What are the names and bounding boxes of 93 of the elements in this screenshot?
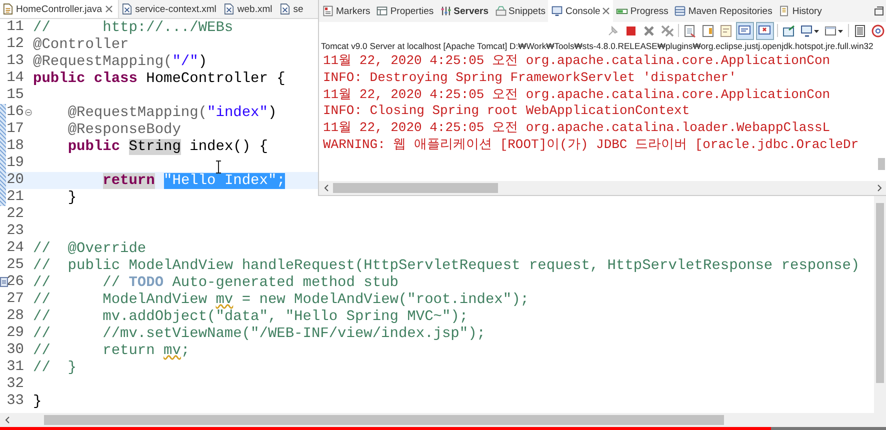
server-icon (440, 5, 452, 17)
line-number: 17 (6, 122, 24, 137)
document-icon[interactable] (853, 24, 867, 38)
text-cursor-icon (215, 160, 222, 174)
close-icon[interactable] (602, 7, 610, 15)
pin-icon[interactable] (606, 24, 620, 38)
console-line: INFO: Closing Spring root WebApplicationContext (323, 103, 691, 120)
clear-console-icon[interactable] (683, 24, 697, 38)
line-number: 21 (6, 190, 24, 205)
chat-icon[interactable] (737, 22, 753, 38)
line-number: 12 (6, 37, 24, 52)
code-line: @RequestMapping("index") (66, 104, 277, 120)
snippet-icon (494, 5, 506, 17)
line-number: 24 (6, 241, 24, 256)
scroll-lock-icon[interactable] (701, 24, 715, 38)
line-number: 28 (6, 309, 24, 324)
console-line: 11월 22, 2020 4:25:05 오전 org.apache.catalina.core.ApplicationCon (323, 86, 832, 104)
editor-tab[interactable]: web.xml (221, 0, 278, 18)
close-icon[interactable] (105, 5, 114, 13)
stop-icon[interactable] (624, 24, 638, 38)
code-line: } (33, 394, 42, 410)
remove-icon[interactable] (642, 24, 656, 38)
minimize-icon[interactable] (874, 6, 884, 16)
code-line: @ResponseBody (66, 122, 181, 138)
console-line: WARNING: 웹 애플리케이션 [ROOT]이(가) JDBC 드라이버 [oracle.jdbc.OracleDr (323, 136, 860, 154)
line-number: 23 (6, 224, 24, 239)
line-number: 30 (6, 343, 24, 358)
line-number: 31 (6, 360, 24, 375)
horizontal-scrollbar[interactable] (0, 413, 886, 427)
line-number: 25 (6, 258, 24, 273)
view-tab[interactable]: Properties (373, 0, 437, 22)
line-number: 20 (6, 173, 24, 188)
console-line: 11월 22, 2020 4:25:05 오전 org.apache.catalina.core.ApplicationCon (323, 53, 832, 70)
monitor-icon (551, 5, 564, 17)
xml-file-icon (280, 3, 290, 15)
code-line: // mv.addObject("data", "Hello Spring MVC~"); (33, 308, 468, 324)
code-line: @Controller (33, 36, 129, 52)
table-icon (376, 5, 388, 17)
code-line: // return mv; (33, 342, 190, 358)
code-line: // http://.../WEBs (33, 20, 234, 36)
code-line: } (66, 190, 77, 206)
view-tab[interactable]: Snippets (492, 0, 548, 22)
chat-error-icon[interactable] (757, 22, 773, 38)
code-line: return "Hello Index"; (102, 172, 286, 188)
code-line: // public ModelAndView handleRequest(HttpServletRequest request, HttpServletResponse response) (33, 258, 860, 274)
document-icon (778, 5, 790, 17)
editor-tab[interactable]: service-context.xml (119, 0, 222, 18)
scrollbar-thumb[interactable] (878, 158, 885, 170)
vertical-scrollbar[interactable] (874, 195, 886, 413)
view-tab[interactable]: Progress (613, 0, 672, 22)
view-tab[interactable]: Maven Repositories (671, 0, 776, 22)
line-number: 32 (6, 377, 24, 392)
list-icon (322, 5, 334, 17)
xml-file-icon (224, 3, 234, 15)
code-line: // } (33, 360, 77, 376)
line-number: 11 (6, 20, 24, 35)
line-number: 18 (6, 139, 24, 154)
new-console-icon[interactable] (824, 24, 844, 38)
horizontal-scrollbar[interactable] (319, 181, 886, 195)
open-console-icon[interactable] (782, 24, 796, 38)
xml-file-icon (122, 3, 132, 15)
word-wrap-icon[interactable] (719, 24, 733, 38)
editor-tab[interactable]: HomeController.java (0, 0, 120, 18)
code-line: @RequestMapping("/") (33, 54, 208, 70)
view-tab[interactable]: History (775, 0, 825, 22)
code-line: // // TODO Auto-generated method stub (33, 274, 398, 290)
line-number: 19 (6, 156, 24, 171)
line-number: 26 (6, 275, 24, 290)
fold-icon[interactable] (25, 109, 32, 116)
console-line: 11월 22, 2020 4:25:05 오전 org.apache.catalina.loader.WebappClassL (323, 120, 832, 137)
line-number: 22 (6, 207, 24, 222)
code-line: // ModelAndView mv = new ModelAndView("root.index"); (33, 292, 529, 308)
code-line: public class HomeController { (33, 70, 286, 86)
line-number: 16 (6, 105, 24, 120)
line-number: 29 (6, 326, 24, 341)
code-line: // @Override (33, 240, 146, 256)
line-number: 14 (6, 71, 24, 86)
line-number: 27 (6, 292, 24, 307)
view-tab[interactable]: Console (548, 0, 614, 22)
code-line: // //mv.setViewName("/WEB-INF/view/index.jsp"); (33, 326, 486, 342)
remove-all-icon[interactable] (660, 24, 674, 38)
display-console-icon[interactable] (800, 24, 820, 38)
view-tab[interactable]: Markers (319, 0, 374, 22)
view-tab[interactable]: Servers (436, 0, 492, 22)
java-file-icon (3, 3, 13, 15)
process-label: Tomcat v9.0 Server at localhost [Apache Tomcat] D:₩Work₩Tools₩sts-4.8.0.RELEASE₩plugins₩org.eclipse.justj.openjdk.hotspot.jre.full.win32 (320, 40, 874, 53)
code-line: public String index() { (66, 138, 268, 154)
line-number: 33 (6, 394, 24, 409)
line-number: 15 (6, 88, 24, 103)
database-icon (674, 5, 686, 17)
editor-tab[interactable]: se (277, 0, 308, 18)
line-number: 13 (6, 54, 24, 69)
console-line: INFO: Destroying Spring FrameworkServlet 'dispatcher' (323, 70, 738, 87)
